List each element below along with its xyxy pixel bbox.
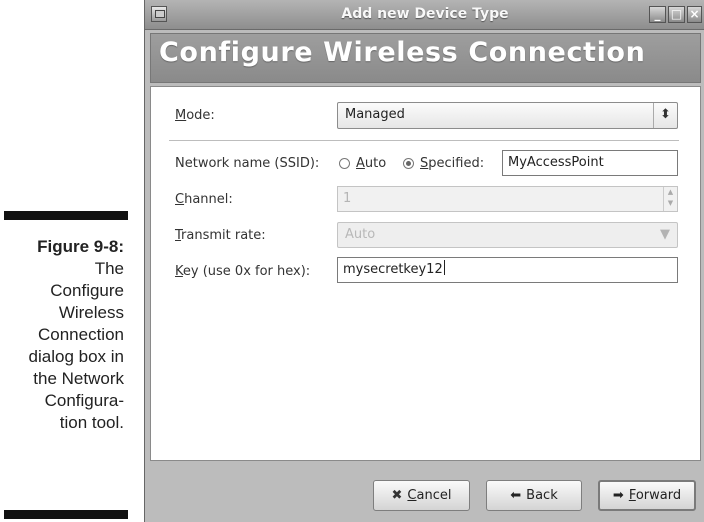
ssid-value: MyAccessPoint <box>508 155 604 170</box>
rate-label-text: ransmit rate: <box>181 228 266 243</box>
caption-line: Wireless <box>58 303 124 322</box>
window-title: Add new Device Type <box>341 6 509 22</box>
ssid-input[interactable]: MyAccessPoint <box>502 150 678 176</box>
key-value: mysecretkey12 <box>343 262 443 277</box>
key-input[interactable]: mysecretkey12 <box>337 257 678 283</box>
caption-line: dialog box in <box>28 347 124 366</box>
minimize-button[interactable]: _ <box>649 6 666 23</box>
chevron-down-icon: ▼ <box>660 227 670 242</box>
cancel-button[interactable]: ✖ Cancel <box>373 480 470 511</box>
mode-label-text: ode: <box>186 108 215 123</box>
back-arrow-icon: ⬅ <box>510 488 522 503</box>
mode-value: Managed <box>345 107 405 122</box>
close-button[interactable]: × <box>687 6 702 23</box>
ssid-auto-label[interactable]: Auto <box>356 156 386 171</box>
page-header: Configure Wireless Connection <box>150 33 701 83</box>
spin-arrows-icon[interactable]: ▲ ▼ <box>663 187 677 211</box>
up-down-arrows-icon: ⬍ <box>653 103 677 128</box>
forward-button[interactable]: ➡ Forward <box>598 480 696 511</box>
key-label-text: ey (use 0x for hex): <box>182 264 311 279</box>
ssid-specified-radio[interactable] <box>403 158 414 169</box>
ssid-specified-label[interactable]: Specified: <box>420 156 484 171</box>
cancel-label: Cancel <box>407 488 452 503</box>
caption-line: Connection <box>37 325 124 344</box>
rate-value: Auto <box>345 227 376 242</box>
channel-label: Channel: <box>175 192 233 207</box>
caption-rule-top <box>4 211 128 220</box>
caption-line: The <box>94 259 124 278</box>
figure-label: Figure 9-8: <box>37 237 124 256</box>
rate-label: Transmit rate: <box>175 228 266 243</box>
caption-line: the Network <box>33 369 124 388</box>
key-label: Key (use 0x for hex): <box>175 264 310 279</box>
back-label: Back <box>526 488 558 503</box>
ssid-auto-radio[interactable] <box>339 158 350 169</box>
mode-label: Mode: <box>175 108 215 123</box>
transmit-rate-select[interactable]: Auto ▼ <box>337 222 678 248</box>
auto-mnemonic: A <box>356 156 365 171</box>
channel-label-mnemonic: C <box>175 192 185 207</box>
caption-line: tion tool. <box>59 413 124 432</box>
caption-line: Configure <box>50 281 124 300</box>
forward-label: Forward <box>628 488 682 503</box>
text-cursor <box>443 260 445 275</box>
cancel-x-icon: ✖ <box>391 488 403 503</box>
caption-line: Configura- <box>44 391 124 410</box>
caption-rule-bottom <box>4 510 128 519</box>
channel-spinner[interactable]: 1 ▲ ▼ <box>337 186 678 212</box>
title-bar[interactable]: Add new Device Type _ □ × <box>145 0 704 30</box>
auto-text: uto <box>364 156 387 171</box>
channel-value: 1 <box>343 191 352 206</box>
specified-text: pecified: <box>428 156 485 171</box>
mode-select[interactable]: Managed ⬍ <box>337 102 678 129</box>
figure-caption: Figure 9-8: The Configure Wireless Conne… <box>0 236 124 434</box>
mode-label-mnemonic: M <box>175 108 187 123</box>
forward-arrow-icon: ➡ <box>612 488 624 503</box>
page-title: Configure Wireless Connection <box>159 37 646 68</box>
ssid-label: Network name (SSID): <box>175 156 320 171</box>
channel-label-text: hannel: <box>184 192 233 207</box>
maximize-button[interactable]: □ <box>668 6 685 23</box>
key-label-mnemonic: K <box>175 264 183 279</box>
separator <box>169 140 679 141</box>
back-button[interactable]: ⬅ Back <box>486 480 582 511</box>
